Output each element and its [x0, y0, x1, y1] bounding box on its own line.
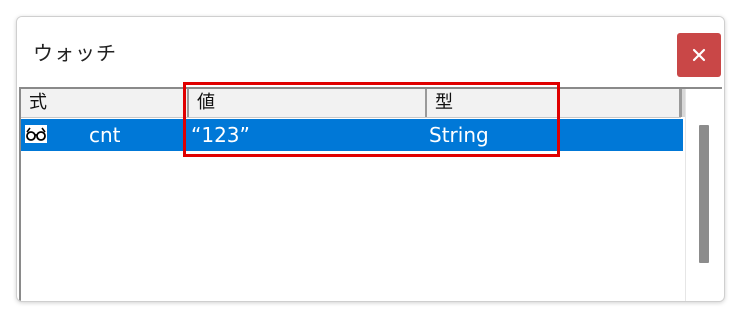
row-type: String [429, 123, 489, 147]
glasses-icon [25, 125, 47, 143]
column-header-value-label: 値 [197, 92, 215, 113]
column-header-type[interactable]: 型 [427, 89, 681, 117]
title-bar[interactable]: ウォッチ [17, 17, 724, 83]
row-value: “123” [191, 123, 250, 147]
watch-window: ウォッチ 式 値 型 cnt “123” String [16, 16, 725, 302]
close-icon [692, 48, 706, 62]
vertical-scrollbar[interactable] [685, 89, 723, 301]
close-button[interactable] [677, 33, 721, 77]
column-header-row: 式 値 型 [21, 89, 685, 118]
window-title: ウォッチ [33, 41, 117, 65]
column-header-type-label: 型 [435, 92, 453, 113]
scrollbar-thumb[interactable] [699, 125, 709, 263]
watch-list[interactable]: 式 値 型 cnt “123” String [19, 87, 723, 301]
column-header-expression[interactable]: 式 [21, 89, 189, 117]
table-row[interactable]: cnt “123” String [21, 119, 683, 151]
row-expression: cnt [89, 123, 121, 147]
column-header-expression-label: 式 [29, 92, 47, 113]
column-header-value[interactable]: 値 [189, 89, 427, 117]
